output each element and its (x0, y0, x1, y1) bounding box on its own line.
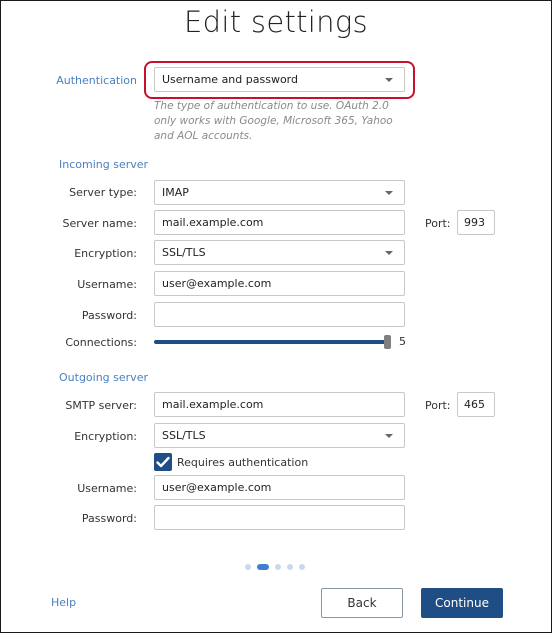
outgoing-username-input[interactable]: user@example.com (154, 475, 405, 500)
outgoing-username-label: Username: (77, 482, 137, 495)
incoming-username-value: user@example.com (162, 277, 272, 290)
incoming-port-input[interactable]: 993 (457, 210, 495, 235)
page-dot[interactable] (245, 564, 251, 570)
page-title: Edit settings (184, 5, 368, 39)
server-type-select[interactable]: IMAP (154, 180, 405, 205)
authentication-select[interactable]: Username and password (154, 67, 405, 92)
checkmark-icon (156, 456, 170, 468)
requires-auth-label[interactable]: Requires authentication (177, 456, 308, 469)
edit-settings-dialog: Edit settings Authentication Username an… (0, 0, 552, 633)
smtp-server-input[interactable]: mail.example.com (154, 392, 405, 417)
chevron-down-icon (385, 434, 393, 438)
outgoing-password-input[interactable] (154, 505, 405, 530)
smtp-server-label: SMTP server: (65, 399, 137, 412)
authentication-value: Username and password (162, 73, 298, 86)
authentication-hint: The type of authentication to use. OAuth… (154, 100, 393, 142)
page-dot[interactable] (287, 564, 293, 570)
authentication-label: Authentication (56, 74, 137, 87)
page-dot[interactable] (275, 564, 281, 570)
server-type-label: Server type: (69, 186, 137, 199)
back-button[interactable]: Back (321, 588, 403, 618)
incoming-encryption-label: Encryption: (74, 247, 137, 260)
continue-button[interactable]: Continue (421, 588, 503, 618)
page-dot[interactable] (299, 564, 305, 570)
chevron-down-icon (385, 78, 393, 82)
connections-slider-track[interactable] (154, 340, 386, 344)
incoming-encryption-value: SSL/TLS (162, 246, 206, 259)
server-type-value: IMAP (162, 186, 189, 199)
connections-value: 5 (399, 335, 406, 348)
incoming-encryption-select[interactable]: SSL/TLS (154, 240, 405, 265)
connections-slider-thumb[interactable] (384, 335, 391, 349)
incoming-username-input[interactable]: user@example.com (154, 271, 405, 296)
outgoing-port-value: 465 (464, 398, 485, 411)
smtp-server-value: mail.example.com (162, 398, 264, 411)
incoming-password-input[interactable] (154, 302, 405, 327)
outgoing-password-label: Password: (81, 512, 137, 525)
help-link[interactable]: Help (51, 596, 76, 609)
connections-label: Connections: (65, 336, 137, 349)
requires-auth-checkbox[interactable] (154, 453, 172, 471)
outgoing-username-value: user@example.com (162, 481, 272, 494)
server-name-input[interactable]: mail.example.com (154, 210, 405, 235)
server-name-label: Server name: (62, 217, 137, 230)
outgoing-port-input[interactable]: 465 (457, 392, 495, 417)
chevron-down-icon (385, 251, 393, 255)
server-name-value: mail.example.com (162, 216, 264, 229)
incoming-port-value: 993 (464, 216, 485, 229)
chevron-down-icon (385, 191, 393, 195)
outgoing-encryption-label: Encryption: (74, 430, 137, 443)
outgoing-port-label: Port: (425, 399, 451, 412)
page-indicator (245, 564, 305, 570)
outgoing-server-heading: Outgoing server (59, 371, 148, 384)
page-dot-active[interactable] (257, 564, 269, 570)
incoming-username-label: Username: (77, 278, 137, 291)
outgoing-encryption-value: SSL/TLS (162, 429, 206, 442)
incoming-port-label: Port: (425, 217, 451, 230)
incoming-password-label: Password: (81, 309, 137, 322)
outgoing-encryption-select[interactable]: SSL/TLS (154, 423, 405, 448)
incoming-server-heading: Incoming server (59, 158, 149, 171)
